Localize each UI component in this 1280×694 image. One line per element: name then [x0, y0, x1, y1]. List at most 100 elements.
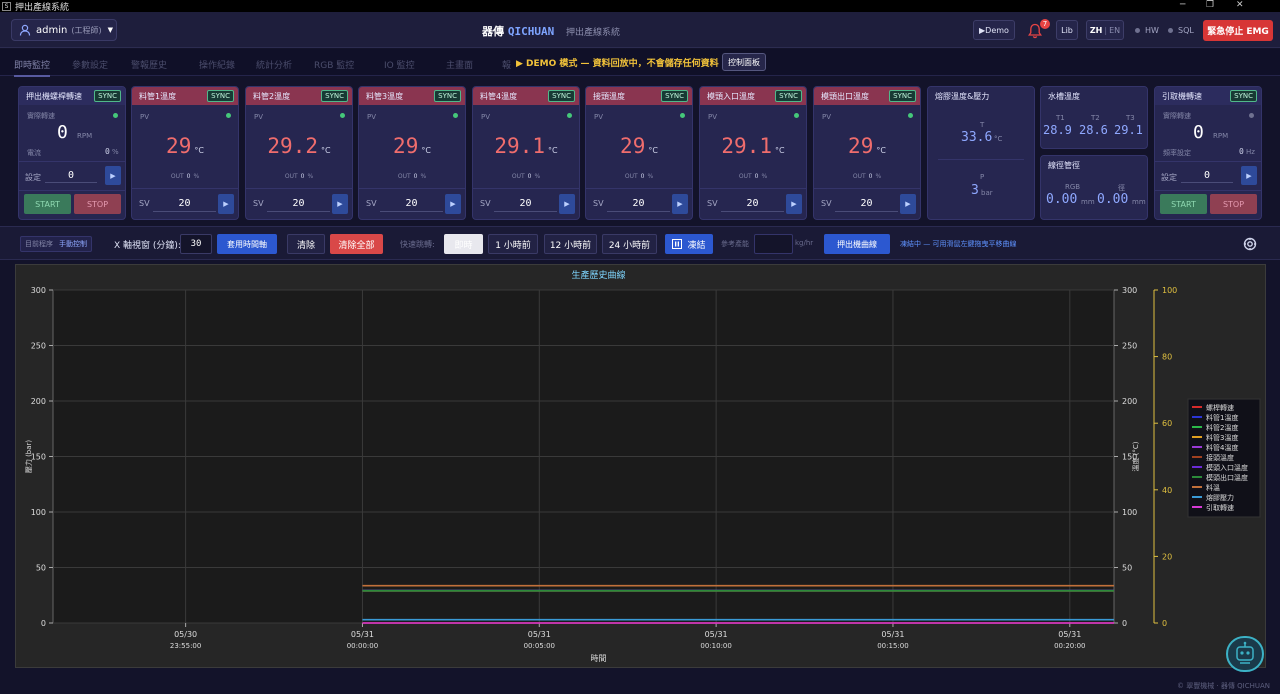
screw-sync-badge[interactable]: SYNC [94, 90, 121, 102]
zone-sv-apply-button[interactable]: ▶ [445, 194, 461, 214]
screw-set-apply-button[interactable]: ▶ [105, 166, 121, 185]
screw-stop-button[interactable]: STOP [74, 194, 121, 214]
zone-title: 接頭溫度 [593, 91, 625, 101]
zone-out-unit: % [534, 173, 541, 180]
brand: 器傳 QICHUAN 押出產線系統 [482, 23, 620, 39]
zone-sync-badge[interactable]: SYNC [321, 90, 348, 102]
clear-all-button[interactable]: 清除全部 [330, 234, 383, 254]
quick-24h-button[interactable]: 24 小時前 [602, 234, 657, 254]
zone-sv-row: SV 20 ▶ [132, 188, 238, 216]
zone-sync-badge[interactable]: SYNC [889, 90, 916, 102]
tab-params[interactable]: 參數設定 [72, 58, 108, 71]
ref-capacity-input[interactable] [754, 234, 793, 254]
quick-1h-button[interactable]: 1 小時前 [488, 234, 538, 254]
user-menu[interactable]: admin (工程師) ▼ [11, 19, 117, 41]
maximize-icon[interactable]: ❐ [1206, 0, 1214, 10]
zone-pv-value: 29.2 °C [246, 134, 352, 158]
zone-sv-input[interactable]: 20 [380, 195, 443, 212]
temp-tick-label: 250 [1122, 342, 1137, 351]
main-tabs: 即時監控 參數設定 警報歷史 操作紀錄 統計分析 RGB 監控 IO 監控 主畫… [0, 49, 1280, 77]
lang-zh[interactable]: ZH [1090, 26, 1103, 35]
zone-sv-input[interactable]: 20 [607, 195, 670, 212]
zone-sv-apply-button[interactable]: ▶ [332, 194, 348, 214]
zone-sv-apply-button[interactable]: ▶ [900, 194, 916, 214]
tab-realtime[interactable]: 即時監控 [14, 58, 51, 77]
x-tick-time: 00:00:00 [347, 642, 378, 650]
zone-sync-badge[interactable]: SYNC [661, 90, 688, 102]
assistant-button[interactable] [1226, 636, 1264, 672]
close-icon[interactable]: ✕ [1236, 0, 1244, 10]
language-toggle[interactable]: ZH | EN [1086, 20, 1124, 40]
zone-card-header: 模頭入口溫度 SYNC [700, 87, 806, 105]
diameter-title: 線徑管徑 [1048, 160, 1080, 170]
puller-set-apply-button[interactable]: ▶ [1241, 166, 1257, 185]
app-icon: S [2, 1, 11, 11]
lib-button[interactable]: Lib [1056, 20, 1078, 40]
zone-sv-apply-button[interactable]: ▶ [559, 194, 575, 214]
control-panel-button[interactable]: 控制面板 [722, 53, 766, 71]
zone-sv-apply-button[interactable]: ▶ [672, 194, 688, 214]
zone-sv-label: SV [821, 199, 832, 208]
zone-sv-row: SV 20 ▶ [814, 188, 920, 216]
zone-sync-badge[interactable]: SYNC [207, 90, 234, 102]
zone-sv-input[interactable]: 20 [721, 195, 784, 212]
tab-operation-log[interactable]: 操作紀錄 [199, 58, 235, 71]
history-chart-svg[interactable]: 0 050 50100 100150 150200 200250 250300 3000204… [16, 265, 1265, 667]
tab-main[interactable]: 主畫面 [446, 58, 473, 71]
apply-axis-button[interactable]: 套用時間軸 [217, 234, 277, 254]
y-tick-label: 50 [36, 564, 46, 573]
puller-start-button[interactable]: START [1160, 194, 1207, 214]
zone-sync-badge[interactable]: SYNC [775, 90, 802, 102]
lang-en[interactable]: EN [1109, 26, 1120, 35]
lang-separator: | [1104, 25, 1108, 35]
zone-sv-apply-button[interactable]: ▶ [218, 194, 234, 214]
diameter-card: 線徑管徑 RGB 徑 0.00 mm 0.00 mm [1040, 155, 1148, 220]
zone-sync-badge[interactable]: SYNC [548, 90, 575, 102]
puller-sync-badge[interactable]: SYNC [1230, 90, 1257, 102]
x-tick-time: 00:05:00 [524, 642, 555, 650]
y-axis-label-left: 壓力 (bar) [24, 440, 33, 474]
zone-sv-input[interactable]: 20 [494, 195, 557, 212]
zone-sv-apply-button[interactable]: ▶ [786, 194, 802, 214]
freeze-button[interactable]: 凍結 [665, 234, 713, 254]
gear-icon[interactable] [1243, 237, 1257, 251]
export-curve-button[interactable]: 押出機曲線 [824, 234, 890, 254]
minimize-icon[interactable]: ─ [1180, 0, 1185, 10]
puller-speed-card: 引取機轉速 SYNC 實際轉速 0 RPM 頻率設定 0 Hz 設定 0 ▶ S… [1154, 86, 1262, 220]
zone-sv-input[interactable]: 20 [267, 195, 330, 212]
demo-button[interactable]: ▶Demo [973, 20, 1015, 40]
zone-sv-input[interactable]: 20 [153, 195, 216, 212]
tab-report[interactable]: 報 [502, 58, 511, 71]
notification-bell[interactable]: 7 [1027, 19, 1050, 39]
temp-zone-card: 模頭入口溫度 SYNC PV 29.1 °C OUT 0% SV 20 ▶ [699, 86, 807, 220]
divider [938, 159, 1024, 160]
zone-status-dot [340, 113, 345, 118]
screw-actual-label: 實際轉速 [27, 112, 55, 120]
puller-actual-label: 實際轉速 [1163, 112, 1191, 120]
divider [19, 161, 125, 162]
notification-count: 7 [1040, 19, 1050, 29]
tab-io-monitor[interactable]: IO 監控 [384, 58, 415, 71]
tab-statistics[interactable]: 統計分析 [256, 58, 292, 71]
x-window-input[interactable]: 30 [180, 234, 212, 254]
zone-sv-input[interactable]: 20 [835, 195, 898, 212]
puller-stop-button[interactable]: STOP [1210, 194, 1257, 214]
puller-set-input[interactable]: 0 [1181, 168, 1233, 183]
tab-rgb-monitor[interactable]: RGB 監控 [314, 58, 354, 71]
ref-capacity-label: 參考產能 [721, 240, 749, 248]
temp-tick-label: 300 [1122, 286, 1137, 295]
emergency-stop-button[interactable]: 緊急停止 EMG [1203, 20, 1273, 41]
zone-sync-badge[interactable]: SYNC [434, 90, 461, 102]
screw-start-button[interactable]: START [24, 194, 71, 214]
x-tick-time: 23:55:00 [170, 642, 201, 650]
quick-now-button[interactable]: 即時 [444, 234, 483, 254]
zone-pv-unit: °C [648, 146, 658, 155]
clear-button[interactable]: 清除 [287, 234, 325, 254]
tab-alarm-history[interactable]: 警報歷史 [131, 58, 167, 71]
zone-pv-label: PV [367, 113, 377, 121]
legend-label: 螺桿轉速 [1206, 403, 1234, 412]
quick-12h-button[interactable]: 12 小時前 [544, 234, 597, 254]
history-chart[interactable]: 0 0 50 50 100 100 150 150 200 200 250 250 300 300 0 20 4… [15, 264, 1266, 668]
divider [1155, 161, 1261, 162]
screw-set-input[interactable]: 0 [45, 168, 97, 183]
